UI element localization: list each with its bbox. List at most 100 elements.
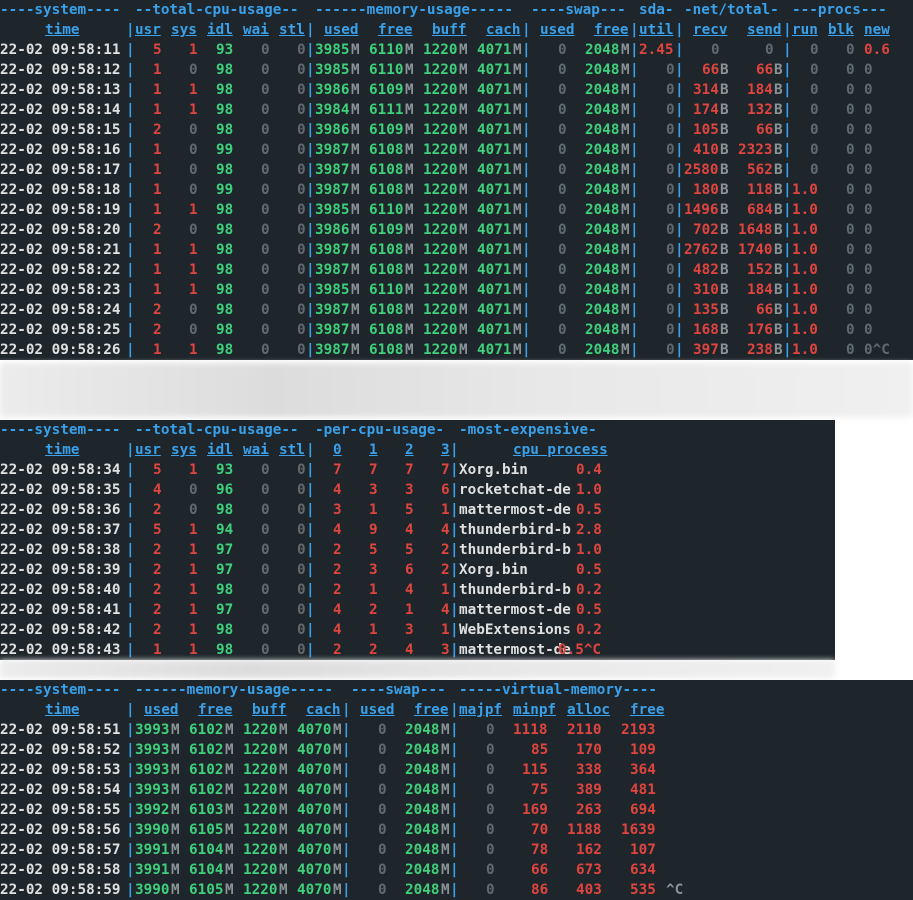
cell-value: 4071 (477, 342, 512, 358)
cell-value: M (459, 62, 468, 78)
cell-value: 4 (333, 482, 342, 498)
cell-value: M (405, 342, 414, 358)
cell-value: 0 (261, 562, 270, 578)
cell-value: 1220 (423, 242, 458, 258)
column-separator: | (306, 242, 315, 258)
cell-value: M (513, 242, 522, 258)
group-label: --total-cpu-usage-- (135, 2, 299, 18)
cell-value: 174 (693, 102, 719, 118)
cell-value: 0 (261, 42, 270, 58)
column-separator: | (306, 122, 315, 138)
cell-value: M (459, 222, 468, 238)
cell-value: M (621, 242, 630, 258)
cell-value: M (621, 102, 630, 118)
cell-value: 2 (333, 582, 342, 598)
cell-value: 1 (189, 102, 198, 118)
cell-value: 0 (846, 142, 855, 158)
cell-value: 0 (864, 82, 873, 98)
cell-value: M (351, 162, 360, 178)
cell-value: 364 (630, 762, 656, 778)
cell-value: M (621, 82, 630, 98)
cell-value: B (774, 302, 783, 318)
column-separator: | (126, 62, 135, 78)
cell-value: 0 (486, 762, 495, 778)
timestamp: 22-02 09:58:57 (0, 842, 121, 858)
cell-value: 0 (261, 142, 270, 158)
cell-value: 1220 (243, 802, 278, 818)
cell-value: 2193 (621, 722, 656, 738)
cell-value: 66 (756, 302, 774, 318)
cell-value: 0 (810, 142, 819, 158)
cell-value: B (720, 142, 729, 158)
cell-value: M (351, 202, 360, 218)
cell-value: 99 (216, 142, 234, 158)
column-separator: | (126, 342, 135, 358)
cell-value: 1 (189, 562, 198, 578)
cell-value: 1 (189, 282, 198, 298)
cell-value: B (720, 262, 729, 278)
group-label: ----system---- (0, 422, 121, 438)
column-separator: | (450, 462, 459, 478)
cell-value: 3990 (135, 822, 170, 838)
cell-value: 0 (486, 822, 495, 838)
cell-value: 6102 (189, 742, 224, 758)
cell-value: 4071 (477, 82, 512, 98)
cell-value: M (171, 862, 180, 878)
cell-value: 115 (522, 762, 548, 778)
column-separator: | (783, 262, 792, 278)
cell-value: 0 (297, 562, 306, 578)
column-header: used (144, 702, 179, 718)
cell-value: 0 (864, 262, 873, 278)
cell-value: 338 (576, 762, 602, 778)
column-separator: | (342, 802, 351, 818)
cell-value: 0 (297, 322, 306, 338)
cell-value: 3 (369, 482, 378, 498)
timestamp: 22-02 09:58:54 (0, 782, 121, 798)
column-separator: | (306, 22, 315, 38)
cell-value: 0 (486, 742, 495, 758)
column-separator: | (522, 202, 531, 218)
column-separator: | (342, 702, 351, 718)
cell-value: M (459, 202, 468, 218)
cell-value: 0 (558, 282, 567, 298)
cell-value: 2 (153, 122, 162, 138)
cell-value: 1496 (684, 202, 719, 218)
column-separator: | (630, 102, 639, 118)
column-separator: | (306, 42, 315, 58)
cell-value: rocketchat-de (459, 482, 571, 498)
column-separator: | (630, 282, 639, 298)
column-separator: | (126, 142, 135, 158)
column-separator: | (306, 62, 315, 78)
cell-value: M (279, 842, 288, 858)
cell-value: 3991 (135, 862, 170, 878)
cell-value: M (459, 262, 468, 278)
cell-value: 0 (378, 802, 387, 818)
column-separator: | (522, 22, 531, 38)
cell-value: 3 (405, 622, 414, 638)
cell-value: 3991 (135, 842, 170, 858)
cell-value: 6109 (369, 222, 404, 238)
cell-value: 0 (864, 142, 873, 158)
cell-value: 0.5 (576, 562, 602, 578)
cell-value: 1220 (423, 282, 458, 298)
timestamp: 22-02 09:58:58 (0, 862, 121, 878)
cell-value: 1220 (423, 102, 458, 118)
cell-value: 2 (441, 542, 450, 558)
column-header: wai (243, 442, 269, 458)
cell-value: 0.5 (576, 602, 602, 618)
cell-value: 1.0 (576, 482, 602, 498)
cell-value: 1 (153, 142, 162, 158)
column-header: idl (207, 442, 233, 458)
cell-value: mattermost-de (459, 642, 571, 658)
cell-value: 3987 (315, 302, 350, 318)
cell-value: M (513, 282, 522, 298)
column-separator: | (126, 542, 135, 558)
cell-value: 1220 (423, 202, 458, 218)
column-separator: | (675, 322, 684, 338)
cell-value: 0 (378, 742, 387, 758)
cell-value: 2048 (405, 802, 440, 818)
cell-value: 2048 (585, 122, 620, 138)
cell-value: 0 (846, 242, 855, 258)
column-separator: | (522, 342, 531, 358)
cell-value: M (279, 742, 288, 758)
